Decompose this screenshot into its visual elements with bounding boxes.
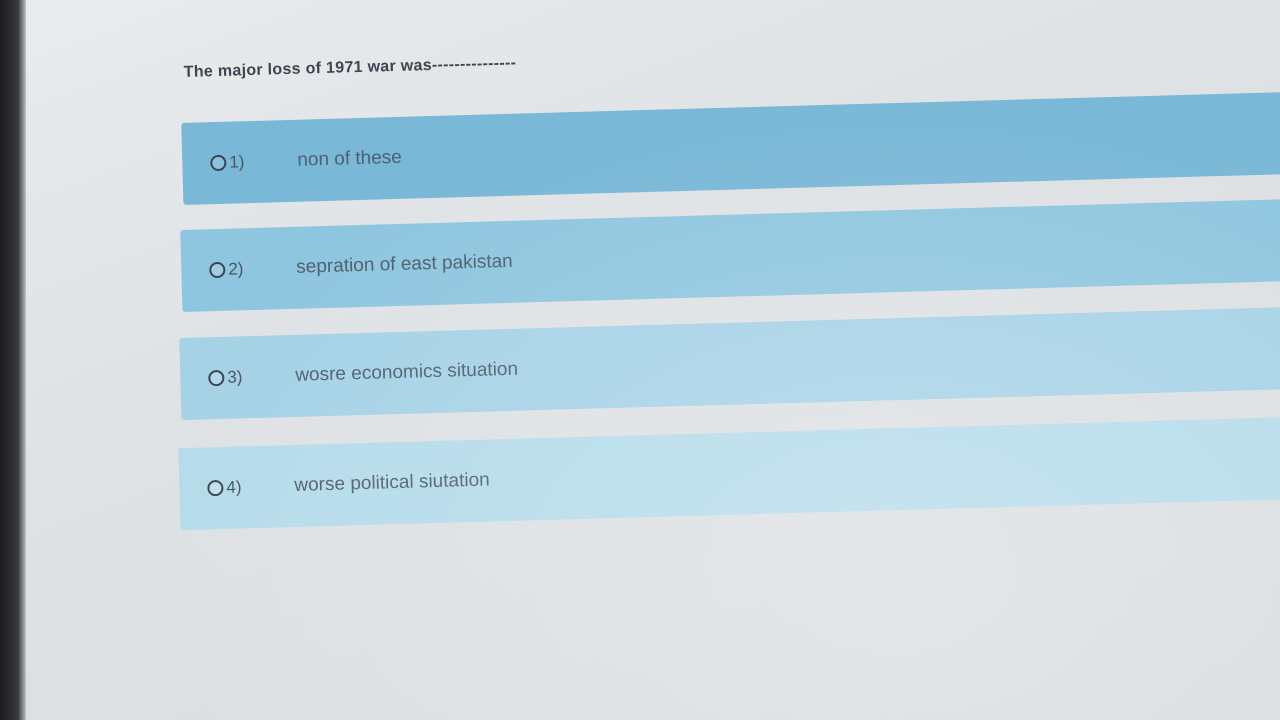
option-number: 3)	[227, 367, 243, 387]
radio-button-icon[interactable]	[210, 154, 227, 172]
option-number: 1)	[229, 152, 245, 172]
option-label: sepration of east pakistan	[295, 250, 514, 278]
option-label: wosre economics situation	[294, 358, 519, 386]
radio-button-icon[interactable]	[208, 369, 225, 387]
option-3[interactable]: 3) wosre economics situation	[179, 306, 1280, 421]
option-4[interactable]: 4) worse political siutation	[178, 416, 1280, 531]
option-number: 2)	[228, 259, 244, 279]
option-label: worse political siutation	[294, 469, 490, 496]
option-1[interactable]: 1) non of these	[181, 91, 1280, 205]
option-label: non of these	[296, 146, 403, 171]
option-2[interactable]: 2) sepration of east pakistan	[180, 198, 1280, 313]
question-text: The major loss of 1971 war was----------…	[183, 54, 517, 81]
radio-button-icon[interactable]	[209, 261, 226, 279]
option-number: 4)	[226, 477, 242, 497]
quiz-page: The major loss of 1971 war was----------…	[0, 0, 1280, 720]
radio-button-icon[interactable]	[207, 479, 224, 497]
